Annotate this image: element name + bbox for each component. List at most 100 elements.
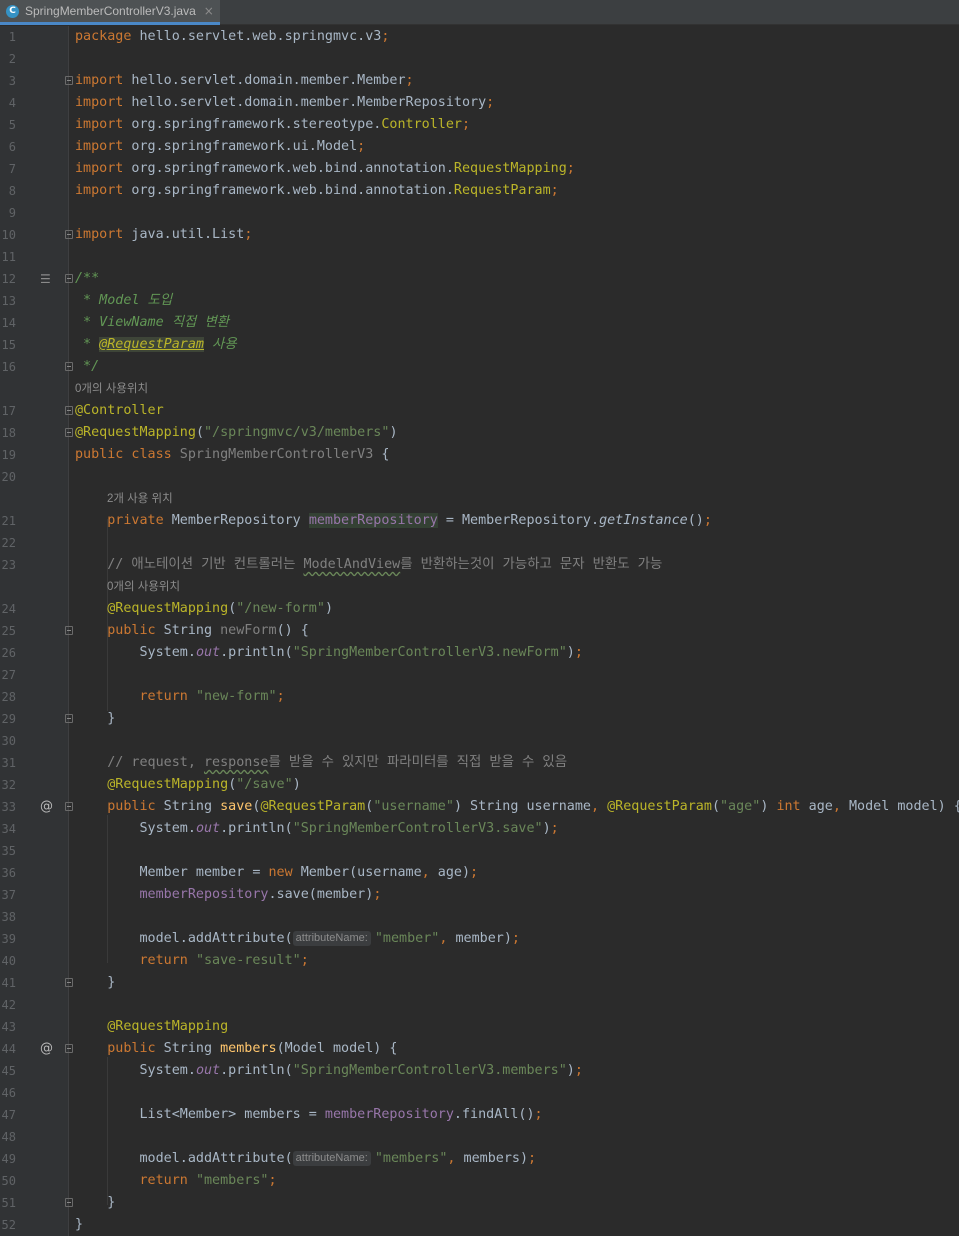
code-line[interactable]: 16 */ [0, 356, 959, 378]
fold-icon[interactable] [65, 1198, 73, 1207]
line-number: 6 [8, 140, 16, 154]
usage-count-hint[interactable]: 0개의 사용위치 [75, 378, 148, 400]
code-line[interactable]: 12 ☰ /** [0, 268, 959, 290]
code-text: /** [75, 271, 100, 286]
code-line[interactable]: 47 List<Member> members = memberReposito… [0, 1104, 959, 1126]
code-line[interactable]: 40 return "save-result"; [0, 950, 959, 972]
fold-icon[interactable] [65, 362, 73, 371]
code-line[interactable]: 27 [0, 664, 959, 686]
code-line[interactable]: 5 import org.springframework.stereotype.C… [0, 114, 959, 136]
code-text: model.addAttribute(attributeName: "member… [75, 931, 520, 946]
code-line[interactable]: 3 import hello.servlet.domain.member.Memb… [0, 70, 959, 92]
line-number: 8 [8, 184, 16, 198]
code-line[interactable]: 45 System.out.println("SpringMemberContr… [0, 1060, 959, 1082]
code-line[interactable]: 39 model.addAttribute(attributeName: "mem… [0, 928, 959, 950]
code-line[interactable]: 31 // request, response를 받을 수 있지만 파라미터를 … [0, 752, 959, 774]
code-line[interactable]: 38 [0, 906, 959, 928]
code-line[interactable]: 23 // 애노테이션 기반 컨트롤러는 ModelAndView를 반환하는것… [0, 554, 959, 576]
code-line[interactable]: 4 import hello.servlet.domain.member.Memb… [0, 92, 959, 114]
fold-icon[interactable] [65, 230, 73, 239]
fold-icon[interactable] [65, 76, 73, 85]
code-line[interactable]: 34 System.out.println("SpringMemberContr… [0, 818, 959, 840]
code-line[interactable]: 49 model.addAttribute(attributeName: "mem… [0, 1148, 959, 1170]
line-number: 16 [1, 360, 16, 374]
code-line[interactable]: 13 * Model 도입 [0, 290, 959, 312]
code-line[interactable]: 30 [0, 730, 959, 752]
code-line[interactable]: 29 } [0, 708, 959, 730]
code-text: Member member = new Member(username, age… [75, 865, 479, 880]
code-line[interactable]: 25 public String newForm() { [0, 620, 959, 642]
code-line[interactable]: 10 import java.util.List; [0, 224, 959, 246]
tab-close-icon[interactable]: × [204, 4, 214, 18]
code-line[interactable]: 11 [0, 246, 959, 268]
code-line[interactable]: 44 @ public String members(Model model) { [0, 1038, 959, 1060]
fold-icon[interactable] [65, 978, 73, 987]
code-line[interactable]: 26 System.out.println("SpringMemberContr… [0, 642, 959, 664]
code-line[interactable]: 2 [0, 48, 959, 70]
code-line[interactable]: 22 [0, 532, 959, 554]
editor-tab-bar: C SpringMemberControllerV3.java × [0, 0, 959, 25]
code-line[interactable]: 36 Member member = new Member(username, … [0, 862, 959, 884]
code-line[interactable]: 28 return "new-form"; [0, 686, 959, 708]
line-number: 30 [1, 734, 16, 748]
line-number: 11 [1, 250, 16, 264]
code-line[interactable]: 52} [0, 1214, 959, 1236]
fold-icon[interactable] [65, 428, 73, 437]
code-line[interactable]: 35 [0, 840, 959, 862]
code-line[interactable]: 7 import org.springframework.web.bind.ann… [0, 158, 959, 180]
editor-tab-active[interactable]: C SpringMemberControllerV3.java × [0, 0, 220, 25]
override-at-icon[interactable]: @ [40, 796, 53, 818]
code-line[interactable]: 8 import org.springframework.web.bind.ann… [0, 180, 959, 202]
fold-icon[interactable] [65, 406, 73, 415]
code-line[interactable]: 32 @RequestMapping("/save") [0, 774, 959, 796]
code-line[interactable]: 24 @RequestMapping("/new-form") [0, 598, 959, 620]
line-number: 23 [1, 558, 16, 572]
code-line[interactable]: 19 public class SpringMemberControllerV3 … [0, 444, 959, 466]
code-text: import org.springframework.ui.Model; [75, 139, 366, 154]
code-text: @RequestMapping("/save") [75, 777, 301, 792]
code-text: } [75, 1217, 84, 1232]
usage-count-hint[interactable]: 0개의 사용위치 [107, 576, 180, 598]
code-line[interactable]: 42 [0, 994, 959, 1016]
code-line[interactable]: 15 * @RequestParam 사용 [0, 334, 959, 356]
code-line[interactable]: 14 * ViewName 직접 변환 [0, 312, 959, 334]
code-text: package hello.servlet.web.springmvc.v3; [75, 29, 390, 44]
code-line[interactable]: 43 @RequestMapping [0, 1016, 959, 1038]
code-text: return "new-form"; [75, 689, 285, 704]
code-line[interactable]: 48 [0, 1126, 959, 1148]
code-text: System.out.println("SpringMemberControll… [75, 821, 559, 836]
code-editor[interactable]: 1 package hello.servlet.web.springmvc.v3;… [0, 26, 959, 1236]
fold-icon[interactable] [65, 1044, 73, 1053]
javadoc-render-icon[interactable]: ☰ [40, 268, 51, 290]
line-number: 40 [1, 954, 16, 968]
code-line[interactable]: 6 import org.springframework.ui.Model; [0, 136, 959, 158]
code-line[interactable]: 18 @RequestMapping("/springmvc/v3/members… [0, 422, 959, 444]
code-line[interactable]: 17 @Controller [0, 400, 959, 422]
line-number: 50 [1, 1174, 16, 1188]
code-line[interactable]: 46 [0, 1082, 959, 1104]
line-number: 42 [1, 998, 16, 1012]
code-text: import hello.servlet.domain.member.Membe… [75, 95, 495, 110]
usage-count-hint[interactable]: 2개 사용 위치 [107, 488, 173, 510]
line-number: 27 [1, 668, 16, 682]
code-line[interactable]: 33 @ public String save(@RequestParam("us… [0, 796, 959, 818]
code-line[interactable]: 50 return "members"; [0, 1170, 959, 1192]
code-text: private MemberRepository memberRepositor… [75, 513, 712, 528]
fold-icon[interactable] [65, 626, 73, 635]
fold-icon[interactable] [65, 714, 73, 723]
code-line[interactable]: 9 [0, 202, 959, 224]
code-text: System.out.println("SpringMemberControll… [75, 1063, 583, 1078]
code-line[interactable]: 37 memberRepository.save(member); [0, 884, 959, 906]
code-line[interactable]: 21 private MemberRepository memberReposi… [0, 510, 959, 532]
fold-icon[interactable] [65, 802, 73, 811]
line-number: 37 [1, 888, 16, 902]
line-number: 35 [1, 844, 16, 858]
java-class-icon: C [6, 4, 19, 18]
fold-icon[interactable] [65, 274, 73, 283]
line-number: 24 [1, 602, 16, 616]
code-line[interactable]: 20 [0, 466, 959, 488]
override-at-icon[interactable]: @ [40, 1038, 53, 1060]
code-line[interactable]: 41 } [0, 972, 959, 994]
code-line[interactable]: 1 package hello.servlet.web.springmvc.v3; [0, 26, 959, 48]
code-line[interactable]: 51 } [0, 1192, 959, 1214]
